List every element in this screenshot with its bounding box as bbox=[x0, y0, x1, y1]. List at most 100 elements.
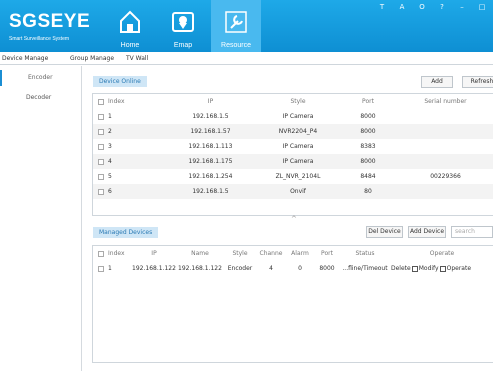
edit-icon[interactable] bbox=[439, 265, 446, 272]
minimize-icon[interactable]: – bbox=[457, 3, 467, 11]
tab-group-manage[interactable]: Group Manage bbox=[70, 55, 114, 62]
row-style: NVR2204_P4 bbox=[258, 124, 338, 139]
window-controls: T A O ? – □ bbox=[377, 3, 487, 11]
row-ip: 192.168.1.5 bbox=[163, 184, 258, 199]
row-ip: 192.168.1.57 bbox=[163, 124, 258, 139]
table-row[interactable]: 3 192.168.1.113 IP Camera 8383 bbox=[93, 139, 493, 154]
trash-icon[interactable] bbox=[411, 265, 418, 272]
nav-emap-label: Emap bbox=[173, 42, 193, 49]
col-index: Index bbox=[93, 246, 131, 261]
row-port: 80 bbox=[338, 184, 398, 199]
table-row[interactable]: 6 192.168.1.5 Onvif 80 bbox=[93, 184, 493, 199]
row-checkbox[interactable] bbox=[98, 173, 104, 180]
select-all-checkbox[interactable] bbox=[98, 250, 104, 257]
modify-link[interactable]: Modify bbox=[419, 265, 439, 272]
managed-devices-tag: Managed Devices bbox=[93, 227, 159, 238]
row-checkbox[interactable] bbox=[98, 265, 104, 272]
table-row[interactable]: 1 192.168.1.122 192.168.1.122 Encoder 4 0 8000… bbox=[93, 261, 493, 276]
row-index: 3 bbox=[93, 139, 163, 154]
add-device-button[interactable]: Add Device bbox=[408, 226, 446, 238]
table-row[interactable]: 4 192.168.1.175 IP Camera 8000 bbox=[93, 154, 493, 169]
nav-home-label: Home bbox=[120, 42, 140, 49]
help-icon[interactable]: ? bbox=[437, 3, 447, 11]
user-icon[interactable]: T bbox=[377, 3, 387, 11]
refresh-button[interactable]: Refresh bbox=[462, 76, 493, 88]
col-ip: IP bbox=[151, 250, 157, 257]
table-row[interactable]: 2 192.168.1.57 NVR2204_P4 8000 bbox=[93, 124, 493, 139]
row-ip: 192.168.1.175 bbox=[163, 154, 258, 169]
wrench-icon bbox=[225, 11, 247, 33]
app-header: SGSEYE Smart Surveillance System Home Em… bbox=[0, 0, 493, 52]
lock-icon[interactable]: A bbox=[397, 3, 407, 11]
tab-device-manage[interactable]: Device Manage bbox=[2, 55, 48, 62]
row-index: 1 bbox=[93, 109, 163, 124]
row-checkbox[interactable] bbox=[98, 113, 104, 120]
row-port: 8484 bbox=[360, 173, 376, 180]
row-port: 8383 bbox=[360, 143, 376, 150]
tab-tv-wall[interactable]: TV Wall bbox=[126, 55, 148, 62]
settings-icon[interactable]: O bbox=[417, 3, 427, 11]
nav-home[interactable]: Home bbox=[105, 0, 155, 52]
col-style: Style bbox=[232, 250, 248, 257]
add-button[interactable]: Add bbox=[421, 76, 453, 88]
search-input[interactable]: search bbox=[451, 226, 493, 238]
nav-resource[interactable]: Resource bbox=[211, 0, 261, 52]
del-device-button[interactable]: Del Device bbox=[366, 226, 403, 238]
nav-emap[interactable]: Emap bbox=[158, 0, 208, 52]
row-style: IP Camera bbox=[282, 143, 314, 150]
row-alarm: 0 bbox=[298, 265, 302, 272]
row-checkbox[interactable] bbox=[98, 128, 104, 135]
maximize-icon[interactable]: □ bbox=[477, 3, 487, 11]
col-serial: Serial number bbox=[424, 98, 467, 105]
sidebar-item-encoder[interactable]: Encoder bbox=[0, 70, 82, 86]
table-row[interactable]: 1 192.168.1.5 IP Camera 8000 bbox=[93, 109, 493, 124]
online-table: Index IP Style Port Serial number 1 192.1… bbox=[93, 94, 493, 199]
row-port: 8000 bbox=[319, 265, 335, 272]
row-ip: 192.168.1.5 bbox=[192, 113, 229, 120]
row-checkbox[interactable] bbox=[98, 143, 104, 150]
row-operate: Delete Modify Operate bbox=[391, 261, 493, 276]
brand-subtitle: Smart Surveillance System bbox=[9, 36, 70, 42]
row-status: ...fline/Timeout bbox=[342, 265, 388, 272]
table-row[interactable]: 5 192.168.1.254 ZL_NVR_2104L 8484 00229366 bbox=[93, 169, 493, 184]
col-alarm: Alarm bbox=[291, 250, 309, 257]
brand-title: SGSEYE bbox=[9, 11, 91, 32]
sidebar: Encoder Decoder bbox=[0, 66, 82, 371]
operate-link[interactable]: Operate bbox=[447, 265, 471, 272]
row-ip: 192.168.1.254 bbox=[188, 173, 233, 180]
row-serial bbox=[398, 109, 493, 124]
row-serial bbox=[398, 124, 493, 139]
col-port: Port bbox=[321, 250, 333, 257]
row-channel: 4 bbox=[269, 265, 273, 272]
managed-header-row: Index IP Name Style Channe Alarm Port St… bbox=[93, 246, 493, 261]
row-style: IP Camera bbox=[258, 154, 338, 169]
row-style: IP Camera bbox=[282, 113, 314, 120]
nav-resource-label: Resource bbox=[221, 42, 251, 49]
row-serial bbox=[398, 184, 493, 199]
col-style: Style bbox=[290, 98, 306, 105]
col-ip: IP bbox=[207, 98, 214, 105]
row-port: 8000 bbox=[338, 154, 398, 169]
col-index: Index bbox=[93, 94, 163, 109]
row-index: 4 bbox=[93, 154, 163, 169]
row-index: 1 bbox=[93, 261, 131, 276]
col-status: Status bbox=[355, 250, 375, 257]
row-serial bbox=[398, 154, 493, 169]
row-serial: 00229366 bbox=[430, 173, 461, 180]
home-icon bbox=[120, 10, 140, 33]
row-checkbox[interactable] bbox=[98, 188, 104, 195]
collapse-arrow-icon[interactable]: ^ bbox=[291, 215, 297, 223]
select-all-checkbox[interactable] bbox=[98, 98, 104, 105]
row-index: 6 bbox=[93, 184, 163, 199]
row-style: Encoder bbox=[227, 265, 253, 272]
sidebar-item-decoder[interactable]: Decoder bbox=[0, 90, 82, 106]
col-channel: Channe bbox=[259, 250, 283, 257]
col-port: Port bbox=[362, 98, 374, 105]
row-checkbox[interactable] bbox=[98, 158, 104, 165]
row-ip: 192.168.1.122 bbox=[132, 265, 176, 272]
row-style: Onvif bbox=[258, 184, 338, 199]
row-index: 2 bbox=[93, 124, 163, 139]
row-port: 8000 bbox=[338, 124, 398, 139]
managed-table: Index IP Name Style Channe Alarm Port St… bbox=[93, 246, 493, 276]
delete-link[interactable]: Delete bbox=[391, 265, 411, 272]
